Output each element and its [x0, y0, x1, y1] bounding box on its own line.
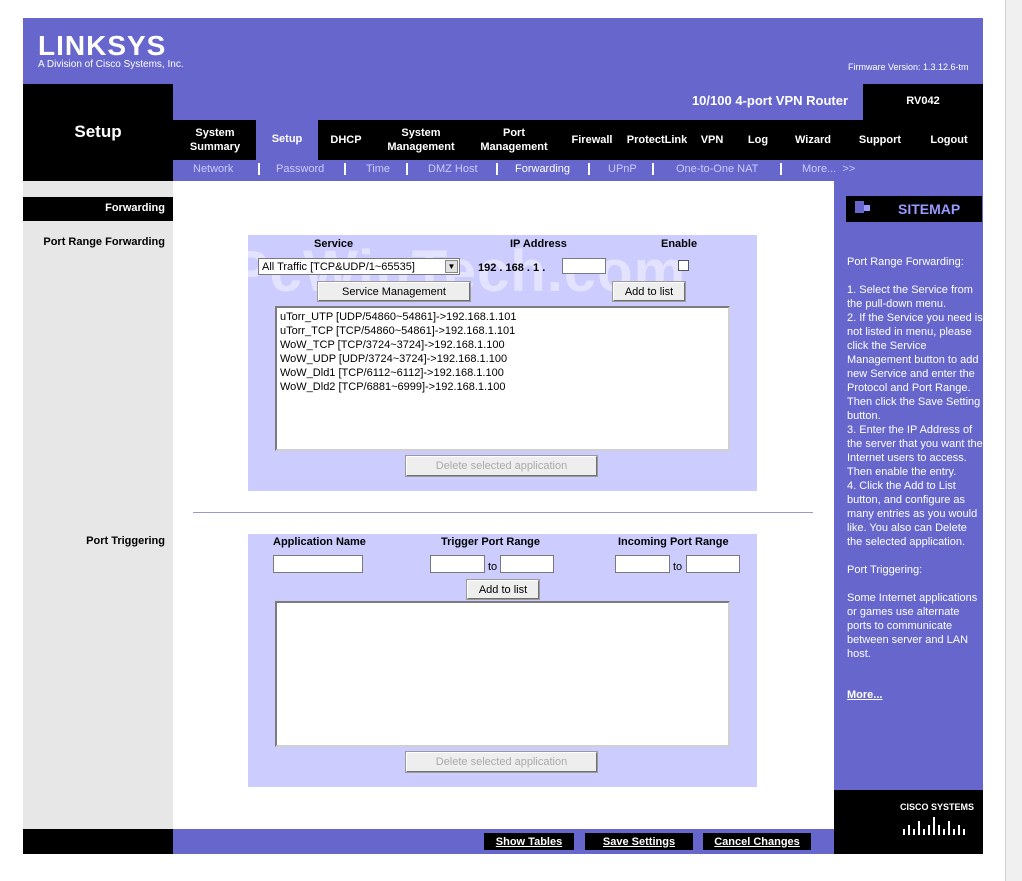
cisco-bridge-icon [902, 815, 966, 837]
subtab-divider [496, 163, 498, 175]
subtab-divider [344, 163, 346, 175]
tab-log[interactable]: Log [736, 120, 780, 160]
forwarding-list[interactable]: uTorr_UTP [UDP/54860~54861]->192.168.1.1… [275, 306, 730, 451]
tab-vpn[interactable]: VPN [692, 120, 732, 160]
service-select-value: All Traffic [TCP&UDP/1~65535] [262, 261, 415, 273]
ip-address-column-header: IP Address [510, 238, 567, 250]
port-range-forwarding-label: Port Range Forwarding [43, 236, 165, 248]
subtab-time[interactable]: Time [366, 163, 390, 175]
help-text: Port Range Forwarding: 1. Select the Ser… [847, 256, 983, 660]
application-name-header: Application Name [273, 536, 366, 548]
service-select[interactable]: All Traffic [TCP&UDP/1~65535] ▼ [258, 258, 460, 275]
service-column-header: Service [314, 238, 354, 250]
save-settings-button[interactable]: Save Settings [584, 832, 694, 851]
puzzle-icon [853, 199, 873, 217]
header-banner [23, 18, 983, 84]
service-management-button[interactable]: Service Management [317, 281, 471, 302]
list-item[interactable]: uTorr_UTP [UDP/54860~54861]->192.168.1.1… [280, 310, 725, 324]
subtab-divider [588, 163, 590, 175]
ip-last-octet-input[interactable] [562, 258, 606, 274]
list-item[interactable]: uTorr_TCP [TCP/54860~54861]->192.168.1.1… [280, 324, 725, 338]
section-forwarding-label: Forwarding [105, 202, 165, 214]
model-name: RV042 [906, 95, 940, 107]
subtab-divider [406, 163, 408, 175]
subtab-network[interactable]: Network [193, 163, 233, 175]
tab-dhcp[interactable]: DHCP [320, 120, 372, 160]
subtab-password[interactable]: Password [276, 163, 324, 175]
sitemap-title[interactable]: SITEMAP [898, 201, 960, 217]
subtab-divider [780, 163, 782, 175]
subtab-more[interactable]: More... >> [802, 163, 855, 175]
list-item[interactable]: WoW_Dld2 [TCP/6881~6999]->192.168.1.100 [280, 380, 725, 394]
to-label: to [673, 561, 683, 573]
section-title: Setup [74, 122, 122, 141]
incoming-port-start-input[interactable] [615, 555, 670, 573]
list-item[interactable]: WoW_UDP [UDP/3724~3724]->192.168.1.100 [280, 352, 725, 366]
window-scrollbar[interactable] [1005, 0, 1022, 881]
forwarding-add-to-list-button[interactable]: Add to list [612, 281, 686, 302]
product-name: 10/100 4-port VPN Router [691, 93, 848, 108]
cisco-logo-text: CISCO SYSTEMS [900, 802, 975, 812]
forwarding-delete-button[interactable]: Delete selected application [405, 455, 598, 477]
subtab-forwarding[interactable]: Forwarding [515, 163, 570, 175]
section-divider [193, 512, 813, 513]
list-item[interactable]: WoW_TCP [TCP/3724~3724]->192.168.1.100 [280, 338, 725, 352]
tab-setup[interactable]: Setup [256, 118, 318, 160]
show-tables-button[interactable]: Show Tables [483, 832, 575, 851]
list-item[interactable]: WoW_Dld1 [TCP/6112~6112]->192.168.1.100 [280, 366, 725, 380]
linksys-tagline: A Division of Cisco Systems, Inc. [38, 59, 184, 70]
incoming-port-end-input[interactable] [686, 555, 740, 573]
chevron-down-icon[interactable]: ▼ [445, 260, 458, 273]
tab-port-management[interactable]: Port Management [470, 120, 558, 160]
firmware-version: Firmware Version: 1.3.12.6-tm [848, 62, 969, 72]
tab-support[interactable]: Support [848, 120, 912, 160]
to-label: to [488, 561, 498, 573]
subtab-one-to-one-nat[interactable]: One-to-One NAT [676, 163, 758, 175]
incoming-port-range-header: Incoming Port Range [618, 536, 729, 548]
subtab-dmz-host[interactable]: DMZ Host [428, 163, 478, 175]
ip-prefix: 192 . 168 . 1 . [478, 262, 546, 274]
tab-firewall[interactable]: Firewall [562, 120, 622, 160]
triggering-list[interactable] [275, 601, 730, 747]
port-triggering-label: Port Triggering [86, 535, 165, 547]
help-more-link[interactable]: More... [847, 689, 882, 701]
triggering-add-to-list-button[interactable]: Add to list [466, 579, 540, 600]
application-name-input[interactable] [273, 555, 363, 573]
tab-wizard[interactable]: Wizard [784, 120, 842, 160]
tab-protectlink[interactable]: ProtectLink [624, 120, 690, 160]
cancel-changes-button[interactable]: Cancel Changes [702, 832, 812, 851]
subtab-divider [258, 163, 260, 175]
trigger-port-end-input[interactable] [500, 555, 554, 573]
footer-left [23, 829, 173, 854]
subtab-upnp[interactable]: UPnP [608, 163, 637, 175]
trigger-port-start-input[interactable] [430, 555, 485, 573]
tab-system-summary[interactable]: System Summary [175, 120, 255, 160]
linksys-logo: LINKSYS [38, 30, 167, 61]
enable-column-header: Enable [661, 238, 698, 250]
triggering-delete-button[interactable]: Delete selected application [405, 751, 598, 773]
tab-logout[interactable]: Logout [918, 120, 980, 160]
enable-checkbox[interactable] [678, 260, 689, 271]
left-label-column [23, 181, 173, 829]
subtab-divider [652, 163, 654, 175]
trigger-port-range-header: Trigger Port Range [441, 536, 541, 548]
tab-system-management[interactable]: System Management [376, 120, 466, 160]
